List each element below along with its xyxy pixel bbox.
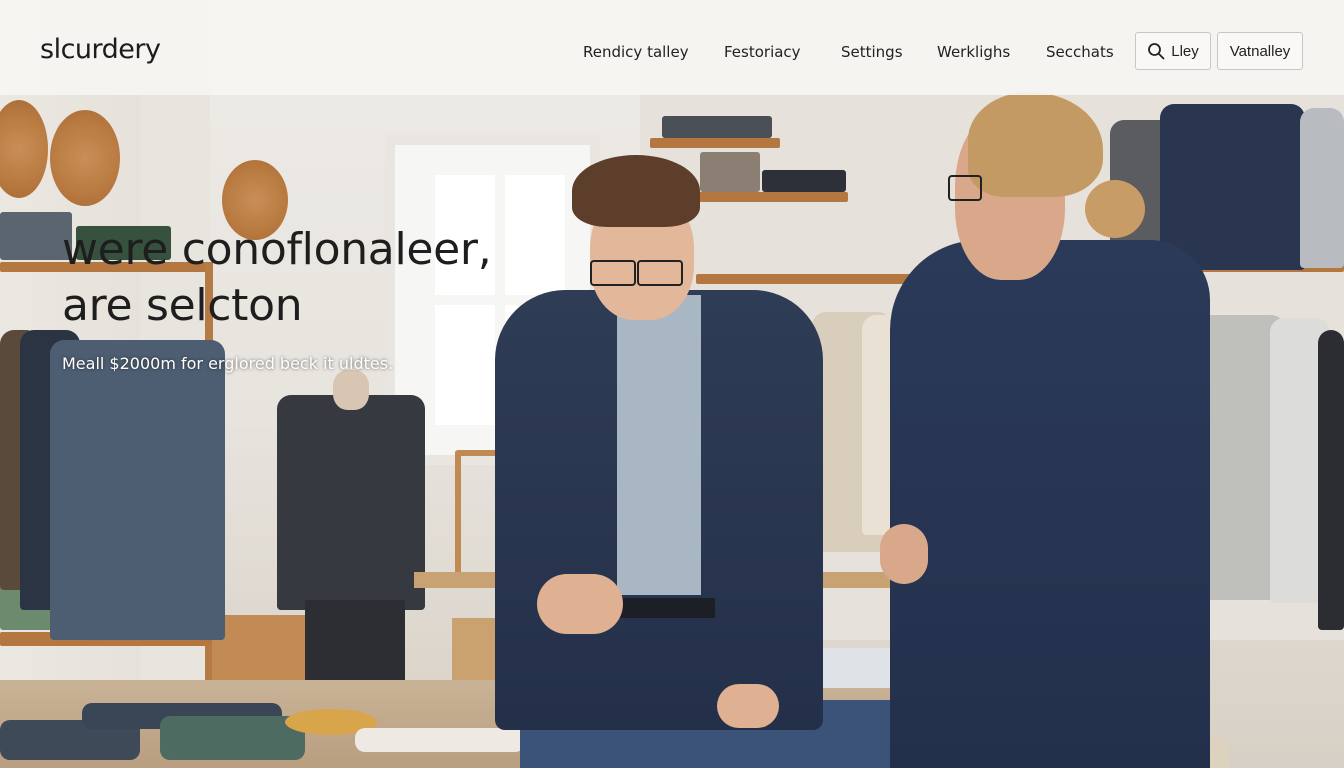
straw-hat — [50, 110, 120, 206]
search-button-label: Lley — [1171, 42, 1199, 60]
jacket-on-rack — [1300, 108, 1344, 268]
hero-heading-line2: are selcton — [62, 280, 303, 331]
hero-heading: were conoflonaleer, are selcton — [62, 222, 492, 334]
tailor-figure — [880, 90, 1210, 768]
folded-clothes — [662, 116, 772, 138]
fabric-swatch — [160, 716, 305, 760]
nav-link-secchats[interactable]: Secchats — [1046, 43, 1114, 61]
jacket-on-rack — [50, 340, 225, 640]
search-icon — [1147, 42, 1165, 60]
hero-subtitle: Meall $2000m for erglored beck it uldtes… — [62, 354, 394, 373]
search-button[interactable]: Lley — [1135, 32, 1211, 70]
customer-figure — [495, 150, 825, 768]
hero-heading-line1: were conoflonaleer, — [62, 224, 492, 275]
brand-logo[interactable]: slcurdery — [40, 34, 161, 65]
mannequin-jacket — [277, 395, 425, 610]
account-button[interactable]: Vatnalley — [1217, 32, 1303, 70]
jacket-on-rack — [1318, 330, 1344, 630]
account-button-label: Vatnalley — [1229, 42, 1291, 60]
nav-link-settings[interactable]: Settings — [841, 43, 903, 61]
nav-link-festoriacy[interactable]: Festoriacy — [724, 43, 801, 61]
top-navbar: slcurdery Rendicy talley Festoriacy Sett… — [0, 0, 1344, 95]
hero-image — [0, 0, 1344, 768]
nav-link-rendicy-talley[interactable]: Rendicy talley — [583, 43, 689, 61]
nav-link-werklighs[interactable]: Werklighs — [937, 43, 1010, 61]
wall-shelf — [650, 138, 780, 148]
